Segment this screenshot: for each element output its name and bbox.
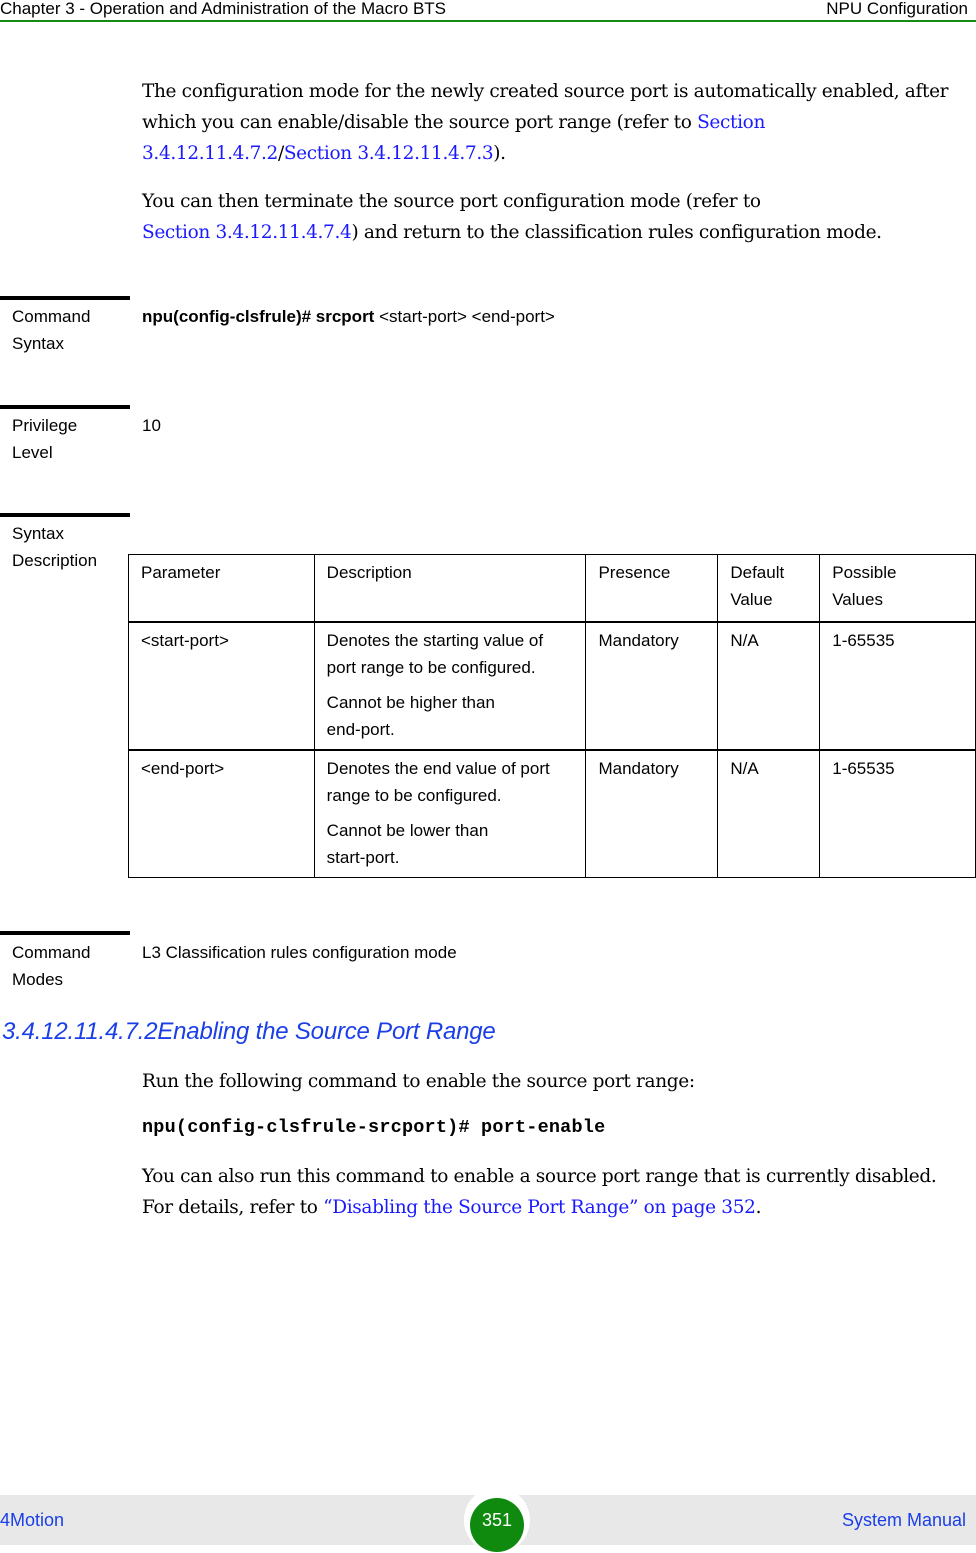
parameters-table: Parameter Description Presence Default Va… — [128, 554, 976, 878]
page-number: 351 — [481, 1510, 513, 1530]
cell-presence: Mandatory — [585, 621, 719, 751]
cell-description: Denotes the end value of port range to b… — [313, 749, 587, 878]
section-note: You can also run this command to enable … — [142, 1161, 962, 1223]
header-text: Values — [832, 590, 883, 609]
intro-text-end: ). — [493, 143, 506, 164]
section-title: NPU Configuration — [826, 0, 968, 18]
command-syntax-value: npu(config-clsfrule)# srcport <start-por… — [142, 303, 555, 330]
command-args: <start-port> <end-port> — [374, 307, 555, 326]
label-line: Level — [12, 443, 53, 462]
note-text-end: . — [755, 1197, 762, 1218]
label-line: Privilege — [12, 416, 78, 435]
description-text: Denotes the starting value of port range… — [326, 631, 544, 677]
command-modes-value: L3 Classification rules configuration mo… — [142, 943, 457, 962]
command-name: npu(config-clsfrule)# srcport — [142, 307, 375, 326]
cell-parameter: <end-port> — [128, 749, 315, 878]
section-heading: 3.4.12.11.4.7.2Enabling the Source Port … — [2, 1018, 496, 1045]
header-text: Parameter — [141, 563, 221, 582]
intro-text: The configuration mode for the newly cre… — [142, 81, 949, 133]
cell-default-value: N/A — [717, 621, 821, 751]
cell-possible-values: 1-65535 — [819, 749, 976, 878]
label-line: Command — [12, 943, 91, 962]
privilege-level-rule — [0, 405, 130, 409]
column-header-presence: Presence — [585, 554, 719, 623]
label-line: Command — [12, 307, 91, 326]
column-header-default-value: Default Value — [717, 554, 821, 623]
command-modes-rule — [0, 931, 130, 935]
chapter-title: Chapter 3 - Operation and Administration… — [0, 0, 447, 18]
syntax-description-rule — [0, 513, 130, 517]
label-line: Modes — [12, 970, 64, 989]
page-footer: 4Motion 351 System Manual — [0, 1487, 976, 1553]
section-link-3-4-12-11-4-7-4[interactable]: Section 3.4.12.11.4.7.4 — [142, 222, 352, 243]
description-note: Cannot be lower than start-port. — [326, 821, 489, 867]
header-rule — [0, 20, 976, 22]
header-text: Description — [326, 563, 412, 582]
header-text: Possible — [832, 563, 897, 582]
label-line: Description — [12, 551, 98, 570]
cell-presence: Mandatory — [585, 749, 719, 878]
description-text: Denotes the end value of port range to b… — [326, 759, 550, 805]
intro-paragraph-2: You can then terminate the source port c… — [142, 186, 976, 248]
privilege-level-label: Privilege Level — [12, 412, 77, 466]
syntax-description-label: Syntax Description — [12, 520, 97, 574]
intro-text-end: ) and return to the classification rules… — [351, 222, 882, 243]
column-header-description: Description — [313, 554, 587, 623]
table-header-row: Parameter Description Presence Default Va… — [128, 554, 976, 623]
table-row: <start-port> Denotes the starting value … — [128, 621, 976, 751]
header-text: Value — [730, 590, 773, 609]
label-line: Syntax — [12, 334, 64, 353]
command-modes-label: Command Modes — [12, 939, 90, 993]
section-intro: Run the following command to enable the … — [142, 1071, 695, 1092]
privilege-level-value: 10 — [142, 416, 161, 435]
description-note: Cannot be higher than end-port. — [326, 693, 495, 739]
cell-default-value: N/A — [717, 749, 821, 878]
label-line: Syntax — [12, 524, 64, 543]
page-header: Chapter 3 - Operation and Administration… — [0, 0, 976, 22]
header-text: Default — [730, 563, 785, 582]
intro-paragraph-1: The configuration mode for the newly cre… — [142, 76, 972, 169]
product-name: 4Motion — [0, 1510, 65, 1530]
command-example: npu(config-clsfrule-srcport)# port-enabl… — [142, 1117, 606, 1138]
command-syntax-label: Command Syntax — [12, 303, 90, 357]
cross-reference-link[interactable]: “Disabling the Source Port Range” on pag… — [323, 1197, 756, 1218]
manual-name: System Manual — [841, 1510, 966, 1530]
intro-text: You can then terminate the source port c… — [142, 191, 761, 212]
header-text: Presence — [598, 563, 671, 582]
section-link-3-4-12-11-4-7-3[interactable]: Section 3.4.12.11.4.7.3 — [284, 143, 494, 164]
cell-description: Denotes the starting value of port range… — [313, 621, 587, 751]
cell-possible-values: 1-65535 — [819, 621, 976, 751]
table-row: <end-port> Denotes the end value of port… — [128, 749, 976, 878]
column-header-parameter: Parameter — [128, 554, 315, 623]
cell-parameter: <start-port> — [128, 621, 315, 751]
command-syntax-rule — [0, 296, 130, 300]
column-header-possible-values: Possible Values — [819, 554, 976, 623]
